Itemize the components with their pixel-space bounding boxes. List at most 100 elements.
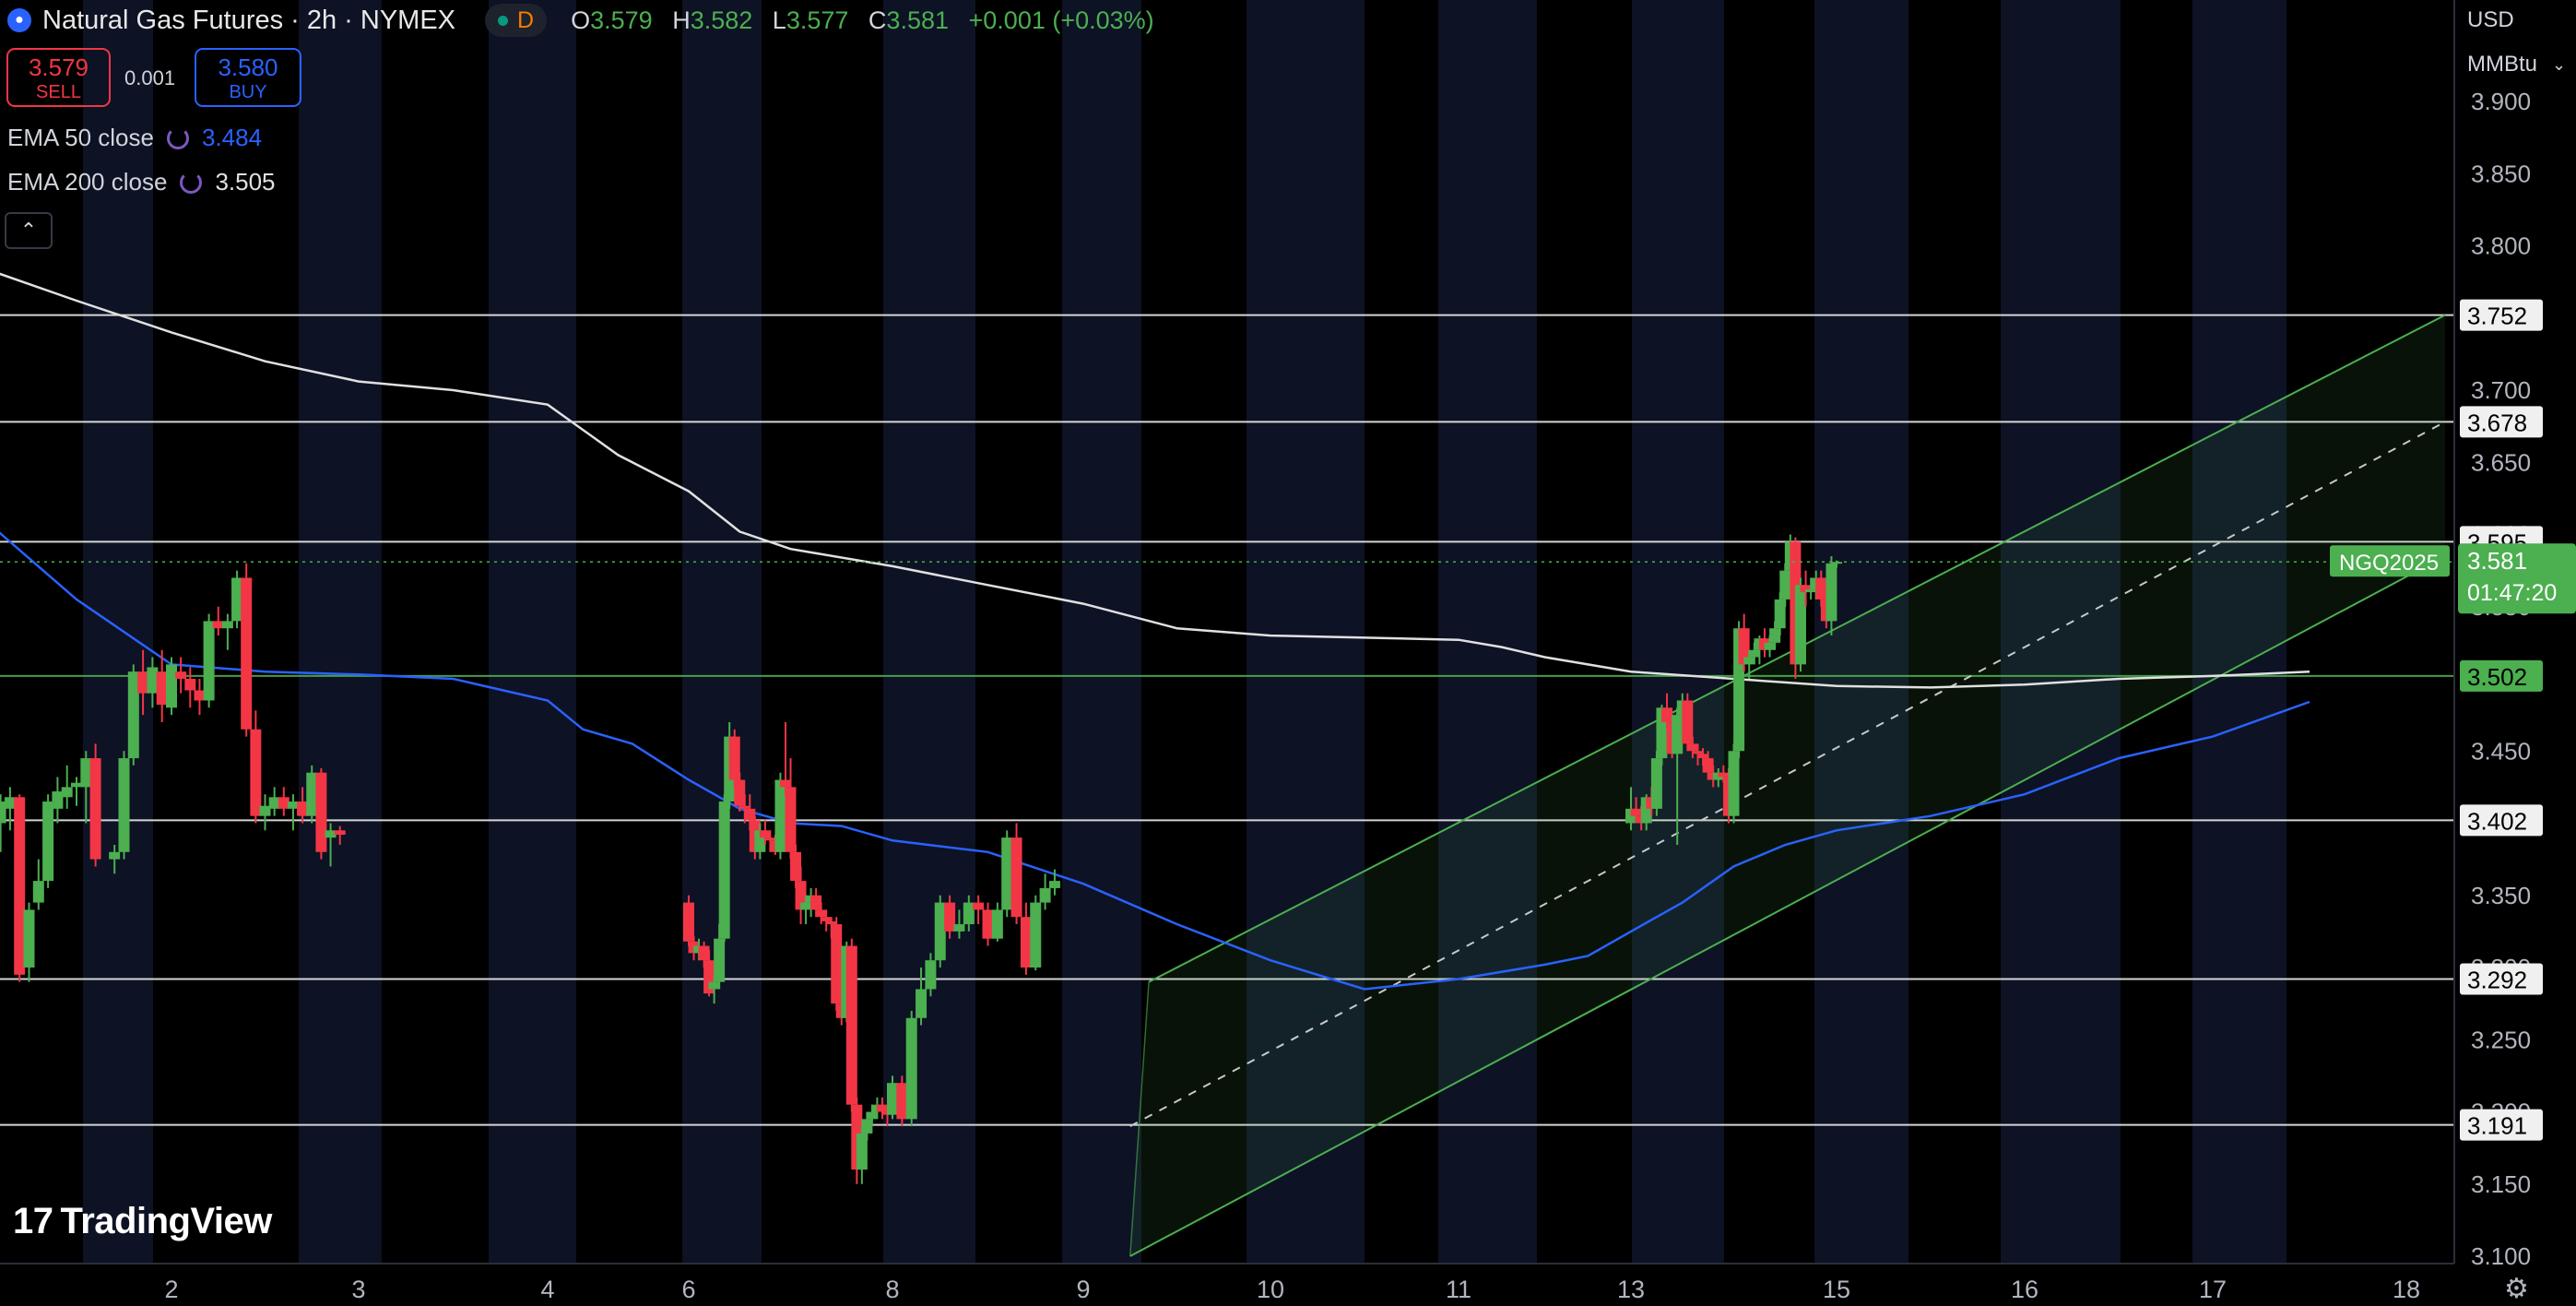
candle-body — [1743, 657, 1755, 665]
candle-body — [250, 729, 262, 816]
candle-body — [708, 981, 720, 990]
level-price-label: 3.292 — [2467, 967, 2527, 994]
candle-body — [790, 851, 802, 882]
loading-spinner-icon — [166, 126, 189, 149]
change-value: +0.001 (+0.03%) — [968, 6, 1154, 34]
time-axis — [0, 1264, 2454, 1306]
candle-body — [744, 808, 756, 821]
ema200-legend[interactable]: EMA 200 close 3.505 — [7, 168, 276, 196]
candle-body — [1048, 881, 1060, 888]
candle-body — [1672, 715, 1684, 754]
session-band — [682, 0, 762, 1264]
candle-body — [71, 782, 82, 788]
gear-icon[interactable]: ⚙ — [2504, 1273, 2529, 1305]
candle-body — [698, 945, 710, 961]
candle-body — [982, 909, 994, 939]
candle-body — [137, 671, 149, 694]
tradingview-logo[interactable]: 17 TradingView — [13, 1201, 272, 1242]
session-band — [299, 0, 382, 1264]
price-tick-label: 3.350 — [2471, 882, 2531, 909]
time-tick-label: 17 — [2199, 1276, 2227, 1303]
candle-body — [80, 758, 92, 788]
time-tick-label: 10 — [1257, 1276, 1284, 1303]
loading-spinner-icon — [180, 171, 203, 194]
candle-body — [779, 779, 791, 788]
candle-body — [1682, 700, 1694, 744]
candle-body — [1686, 743, 1698, 752]
price-tick-label: 3.800 — [2471, 232, 2531, 260]
candle-body — [184, 679, 196, 691]
symbol-title[interactable]: Natural Gas Futures · 2h · NYMEX — [42, 6, 455, 36]
price-tick-label: 3.850 — [2471, 160, 2531, 187]
level-price-label: 3.402 — [2467, 807, 2527, 835]
candle-body — [896, 1083, 908, 1120]
candle-body — [887, 1083, 898, 1115]
candle-body — [916, 989, 928, 1018]
buy-button[interactable]: 3.580 BUY — [195, 48, 301, 107]
candle-body — [1748, 649, 1760, 658]
close-value: 3.581 — [886, 6, 949, 34]
candle-body — [1039, 887, 1051, 903]
candle-body — [1779, 570, 1791, 600]
candle-body — [739, 805, 750, 809]
level-price-label: 3.678 — [2467, 409, 2527, 436]
ema200-value: 3.505 — [215, 168, 276, 196]
candle-body — [1001, 837, 1013, 910]
time-tick-label: 18 — [2393, 1276, 2420, 1303]
candle-body — [61, 787, 73, 798]
spread-value: 0.001 — [124, 66, 176, 89]
price-tick-label: 3.450 — [2471, 737, 2531, 765]
candle-body — [963, 902, 975, 925]
candle-body — [728, 736, 740, 780]
session-band — [883, 0, 975, 1264]
price-chart[interactable]: 3.9003.8503.8003.7503.7003.6503.6003.550… — [0, 0, 2576, 1306]
candle-body — [734, 779, 746, 806]
candle-body — [14, 797, 26, 975]
candle-body — [1702, 758, 1714, 773]
collapse-legend-button[interactable]: ⌃ — [5, 212, 53, 249]
candle-body — [866, 1111, 878, 1120]
gas-drop-icon: ● — [7, 8, 31, 32]
level-price-label: 3.191 — [2467, 1112, 2527, 1140]
session-band — [1062, 0, 1141, 1264]
candle-body — [785, 787, 797, 852]
candle-body — [1692, 751, 1704, 754]
candle-body — [925, 960, 937, 990]
sell-label: SELL — [36, 82, 81, 102]
level-price-label: 3.752 — [2467, 303, 2527, 330]
candle-body — [876, 1104, 888, 1112]
candle-body — [1697, 754, 1709, 759]
candle-body — [241, 577, 253, 730]
candle-body — [1650, 758, 1662, 809]
candle-body — [856, 1133, 868, 1170]
price-tick-label: 3.650 — [2471, 448, 2531, 476]
unit-select[interactable]: MMBtu ⌄ — [2456, 46, 2576, 83]
chevron-up-icon: ⌃ — [19, 219, 38, 242]
candle-body — [683, 902, 694, 942]
price-tick-label: 3.900 — [2471, 88, 2531, 115]
time-tick-label: 13 — [1617, 1276, 1645, 1303]
candle-body — [127, 671, 139, 759]
candle-body — [1774, 599, 1786, 629]
market-status-badge[interactable]: D — [485, 4, 548, 37]
ema50-legend[interactable]: EMA 50 close 3.484 — [7, 124, 262, 152]
candle-body — [1718, 772, 1730, 778]
time-tick-label: 2 — [164, 1276, 178, 1303]
price-tick-label: 3.100 — [2471, 1242, 2531, 1270]
price-tick-label: 3.700 — [2471, 376, 2531, 404]
candle-body — [89, 758, 101, 860]
currency-select[interactable]: USD — [2456, 2, 2576, 39]
sell-button[interactable]: 3.579 SELL — [6, 48, 111, 107]
price-tick-label: 3.250 — [2471, 1026, 2531, 1053]
candle-body — [1826, 563, 1837, 622]
candle-body — [953, 924, 965, 932]
candle-body — [934, 902, 946, 961]
open-value: 3.579 — [590, 6, 653, 34]
time-tick-label: 6 — [681, 1276, 695, 1303]
time-tick-label: 11 — [1446, 1276, 1471, 1303]
candle-body — [315, 772, 327, 852]
candle-body — [944, 902, 956, 932]
candle-body — [166, 664, 177, 708]
candle-body — [156, 671, 168, 706]
candle-body — [759, 830, 771, 838]
